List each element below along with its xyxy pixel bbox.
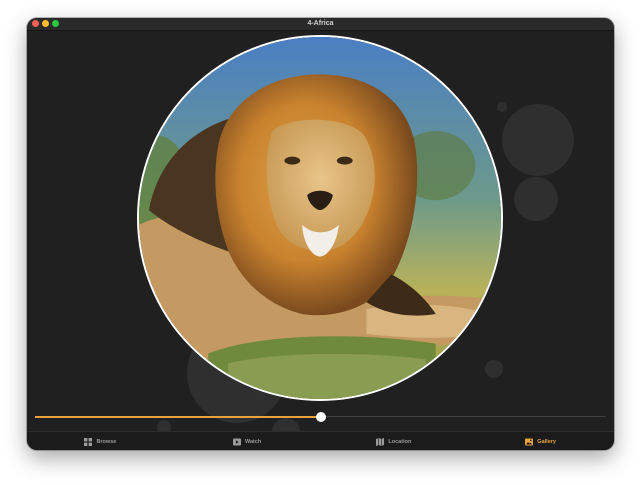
window-title: 4-Africa — [307, 20, 334, 27]
background-bubble — [502, 104, 574, 176]
tab-bar: Browse Watch Location Gallery — [27, 431, 614, 450]
tab-label: Location — [388, 438, 412, 445]
background-bubble — [514, 177, 558, 221]
tab-label: Watch — [244, 438, 262, 445]
gallery-photo[interactable] — [137, 35, 503, 401]
lion-photo — [139, 37, 501, 399]
background-bubble — [497, 102, 507, 112]
tab-gallery[interactable]: Gallery — [467, 432, 614, 450]
photo-icon — [525, 438, 534, 445]
app-window: 4-Africa Browse Watch Location Gallery — [27, 18, 614, 450]
background-bubble — [485, 360, 503, 378]
tab-label: Gallery — [537, 438, 556, 445]
tab-location[interactable]: Location — [321, 432, 468, 450]
playback-scrubber[interactable] — [35, 412, 606, 422]
scrubber-progress — [35, 416, 321, 418]
play-icon — [232, 438, 241, 445]
tab-browse[interactable]: Browse — [27, 432, 174, 450]
scrubber-thumb[interactable] — [315, 412, 326, 422]
grid-icon — [84, 437, 93, 446]
tab-watch[interactable]: Watch — [174, 432, 321, 450]
tab-label: Browse — [96, 438, 117, 445]
map-icon — [376, 437, 385, 446]
title-bar: 4-Africa — [27, 18, 614, 31]
